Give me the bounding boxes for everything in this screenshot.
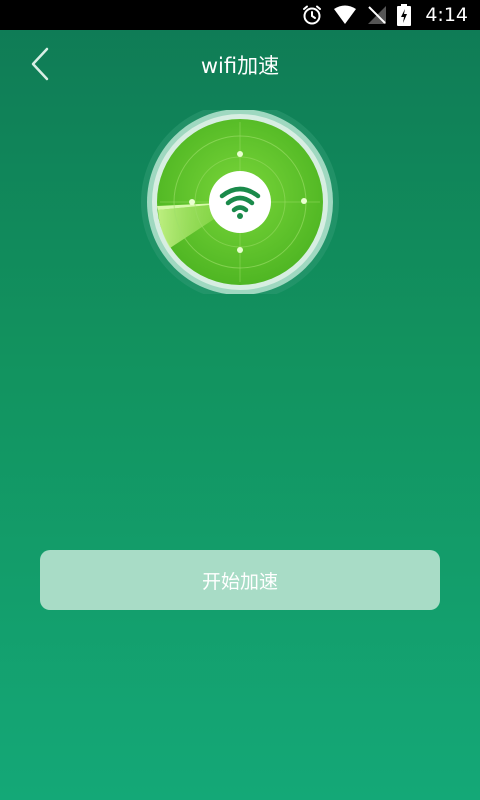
wifi-signal-icon (333, 5, 357, 25)
page-title: wifi加速 (200, 54, 280, 78)
status-time: 4:14 (425, 4, 468, 26)
start-acceleration-button[interactable]: 开始加速 (40, 550, 440, 610)
status-bar: 4:14 (0, 0, 480, 30)
wifi-icon (219, 186, 261, 219)
battery-charging-icon (397, 4, 412, 26)
alarm-icon (301, 4, 323, 26)
cellular-signal-icon (367, 5, 387, 25)
wifi-scanner (140, 110, 340, 294)
app-bar: wifi加速 (0, 30, 480, 96)
